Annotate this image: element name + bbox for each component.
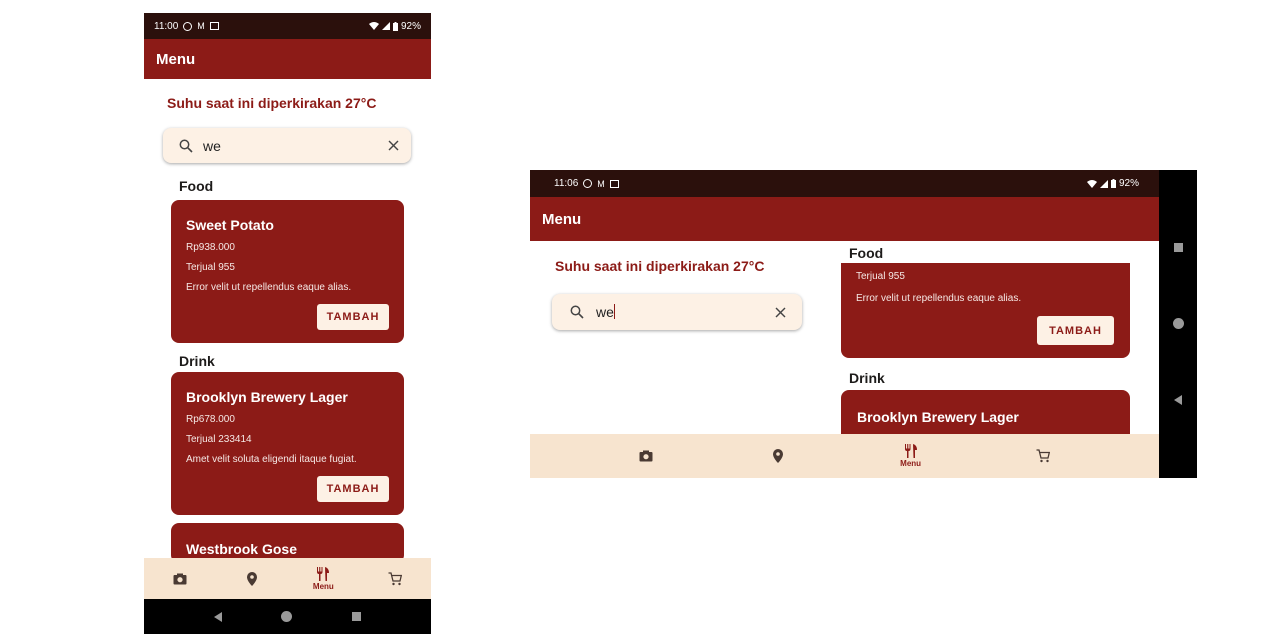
- menu-card: Sweet Potato Rp938.000 Terjual 955 Error…: [171, 200, 404, 343]
- search-bar[interactable]: we: [552, 294, 802, 330]
- menu-item-name: Brooklyn Brewery Lager: [857, 409, 1019, 425]
- menu-item-description: Error velit ut repellendus eaque alias.: [856, 293, 1022, 304]
- section-title-drink: Drink: [179, 353, 215, 369]
- app-bar: Menu: [530, 197, 1159, 241]
- search-icon: [179, 139, 193, 153]
- home-icon[interactable]: [1172, 318, 1184, 329]
- menu-card: Westbrook Gose: [171, 523, 404, 563]
- nav-menu-label: Menu: [900, 459, 922, 468]
- calendar-icon: [209, 22, 219, 30]
- temperature-text: Suhu saat ini diperkirakan 27°C: [167, 95, 377, 111]
- search-bar[interactable]: we: [163, 128, 411, 163]
- temperature-text: Suhu saat ini diperkirakan 27°C: [555, 258, 765, 274]
- menu-item-name: Brooklyn Brewery Lager: [186, 389, 348, 405]
- portrait-phone: 11:00 M 92% Menu Suhu saat ini diperkira…: [144, 13, 431, 634]
- system-navigation-bar: [1159, 170, 1197, 478]
- search-icon: [570, 305, 584, 319]
- battery-level: 92%: [400, 20, 421, 32]
- nav-cart[interactable]: [359, 558, 431, 599]
- mode-icon: [183, 21, 193, 31]
- battery-icon: [1110, 179, 1116, 188]
- battery-icon: [392, 21, 398, 31]
- add-button[interactable]: TAMBAH: [1037, 316, 1114, 345]
- status-time: 11:00: [154, 20, 179, 32]
- nav-cart[interactable]: [977, 434, 1109, 478]
- back-icon[interactable]: [213, 611, 222, 622]
- search-input[interactable]: we: [596, 304, 775, 320]
- text-cursor: [613, 304, 615, 319]
- system-navigation-bar: [144, 599, 431, 634]
- menu-item-description: Error velit ut repellendus eaque alias.: [186, 282, 352, 293]
- camera-icon: [639, 450, 653, 462]
- menu-card: Brooklyn Brewery Lager Rp678.000 Terjual…: [171, 372, 404, 515]
- signal-icon: [1099, 179, 1108, 188]
- cart-icon: [1036, 449, 1050, 463]
- menu-item-price: Rp678.000: [186, 414, 235, 425]
- location-pin-icon: [773, 449, 784, 463]
- search-input-value: we: [596, 304, 614, 320]
- signal-icon: [381, 22, 390, 30]
- status-time: 11:06: [554, 178, 579, 189]
- battery-level: 92%: [1118, 178, 1139, 189]
- menu-item-sold: Terjual 955: [186, 262, 235, 273]
- close-icon[interactable]: [388, 140, 399, 151]
- restaurant-icon: [904, 444, 917, 458]
- status-bar: 11:06 M 92%: [530, 170, 1159, 197]
- home-icon[interactable]: [281, 611, 293, 622]
- nav-menu[interactable]: Menu: [845, 434, 977, 478]
- back-icon[interactable]: [1174, 395, 1182, 405]
- add-button[interactable]: TAMBAH: [317, 476, 389, 502]
- menu-item-description: Amet velit soluta eligendi itaque fugiat…: [186, 454, 357, 465]
- section-title-food: Food: [179, 178, 214, 194]
- bottom-navigation: Menu: [144, 558, 431, 599]
- cart-icon: [388, 571, 403, 585]
- nav-location[interactable]: [216, 558, 288, 599]
- nav-location[interactable]: [712, 434, 844, 478]
- add-button[interactable]: TAMBAH: [317, 304, 389, 330]
- camera-icon: [173, 573, 187, 584]
- menu-item-sold: Terjual 233414: [186, 434, 252, 445]
- menu-item-price: Rp938.000: [186, 242, 235, 253]
- mode-icon: [583, 179, 593, 188]
- menu-card: Terjual 955 Error velit ut repellendus e…: [841, 263, 1130, 358]
- restaurant-icon: [317, 566, 330, 581]
- recents-icon[interactable]: [1173, 243, 1183, 252]
- app-bar-title: Menu: [156, 50, 196, 68]
- nav-camera[interactable]: [144, 558, 216, 599]
- bottom-navigation: Menu: [530, 434, 1159, 478]
- wifi-icon: [1086, 179, 1097, 188]
- calendar-icon: [609, 179, 619, 188]
- section-title-drink: Drink: [849, 370, 885, 386]
- app-bar-title: Menu: [542, 210, 582, 228]
- search-input[interactable]: we: [203, 138, 388, 154]
- menu-item-name: Sweet Potato: [186, 217, 274, 233]
- app-bar: Menu: [144, 39, 431, 79]
- gmail-icon: M: [597, 178, 605, 189]
- landscape-phone: 11:06 M 92% Menu Suhu saat ini diperkira…: [530, 170, 1197, 478]
- section-title-food: Food: [849, 245, 884, 261]
- recents-icon[interactable]: [352, 612, 362, 621]
- gmail-icon: M: [197, 21, 205, 31]
- nav-camera[interactable]: [580, 434, 712, 478]
- menu-item-name: Westbrook Gose: [186, 541, 297, 557]
- close-icon[interactable]: [775, 307, 786, 318]
- nav-menu[interactable]: Menu: [288, 558, 360, 599]
- nav-menu-label: Menu: [312, 581, 334, 591]
- menu-item-sold: Terjual 955: [856, 271, 905, 282]
- status-bar: 11:00 M 92%: [144, 13, 431, 39]
- location-pin-icon: [246, 571, 257, 586]
- wifi-icon: [368, 22, 379, 30]
